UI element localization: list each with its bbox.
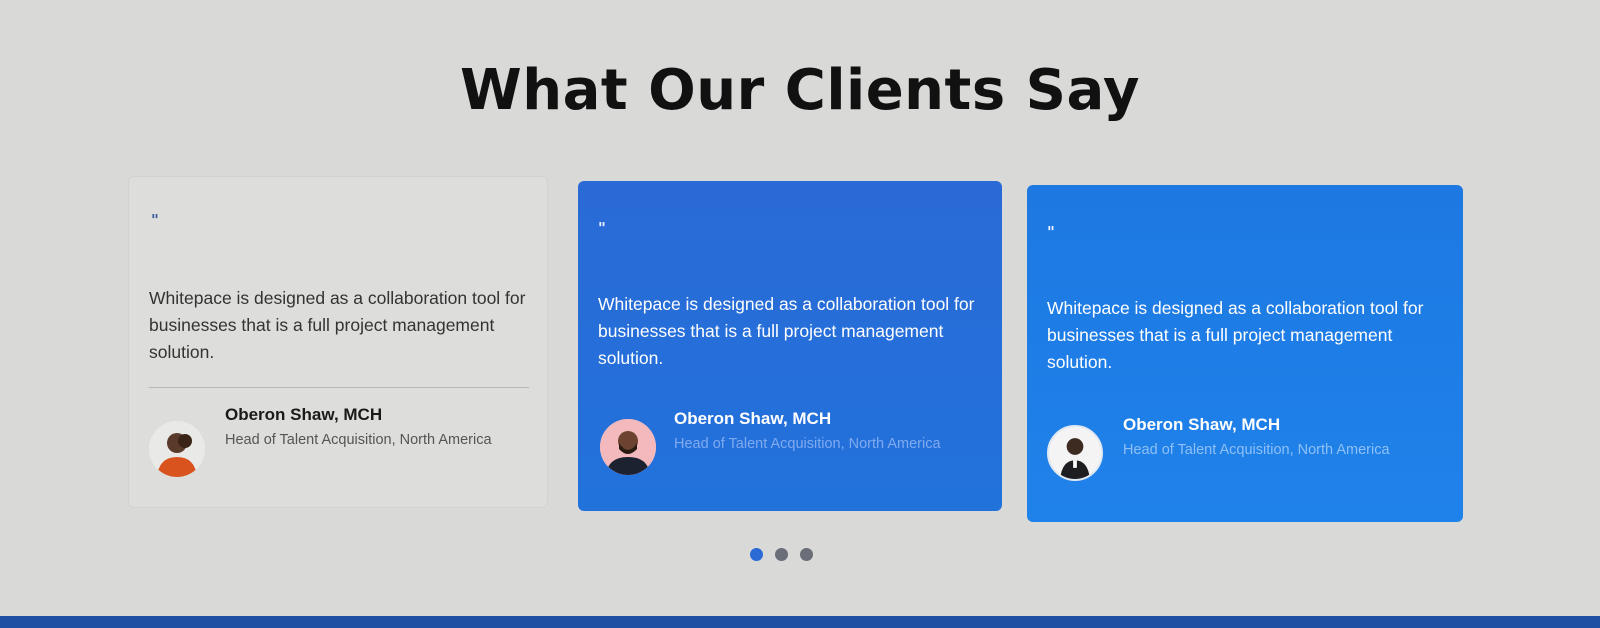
testimonial-quote: Whitepace is designed as a collaboration… xyxy=(149,288,526,362)
quote-icon: " xyxy=(151,211,159,229)
author-name: Oberon Shaw, MCH xyxy=(674,409,832,428)
author-role: Head of Talent Acquisition, North Americ… xyxy=(674,436,941,452)
author-name: Oberon Shaw, MCH xyxy=(225,405,383,424)
section-heading: What Our Clients Say xyxy=(459,58,1141,123)
testimonial-card-2: " Whitepace is designed as a collaborati… xyxy=(578,181,1002,511)
carousel-pagination xyxy=(750,548,813,561)
author-name: Oberon Shaw, MCH xyxy=(1123,415,1281,434)
avatar xyxy=(600,419,656,475)
carousel-dot-3[interactable] xyxy=(800,548,813,561)
carousel-dot-2[interactable] xyxy=(775,548,788,561)
avatar xyxy=(149,421,205,477)
testimonial-card-1: " Whitepace is designed as a collaborati… xyxy=(128,176,548,508)
quote-icon: " xyxy=(598,219,606,237)
avatar xyxy=(1047,425,1103,481)
quote-icon: " xyxy=(1047,223,1055,241)
testimonials-section: What Our Clients Say " Whitepace is desi… xyxy=(0,0,1600,628)
footer-bar xyxy=(0,616,1600,628)
author-role: Head of Talent Acquisition, North Americ… xyxy=(1123,442,1390,458)
card-divider xyxy=(149,387,529,388)
author-role: Head of Talent Acquisition, North Americ… xyxy=(225,432,492,448)
testimonial-quote: Whitepace is designed as a collaboration… xyxy=(1047,298,1424,372)
testimonial-quote: Whitepace is designed as a collaboration… xyxy=(598,294,975,368)
testimonial-card-3: " Whitepace is designed as a collaborati… xyxy=(1027,185,1463,522)
carousel-dot-1[interactable] xyxy=(750,548,763,561)
